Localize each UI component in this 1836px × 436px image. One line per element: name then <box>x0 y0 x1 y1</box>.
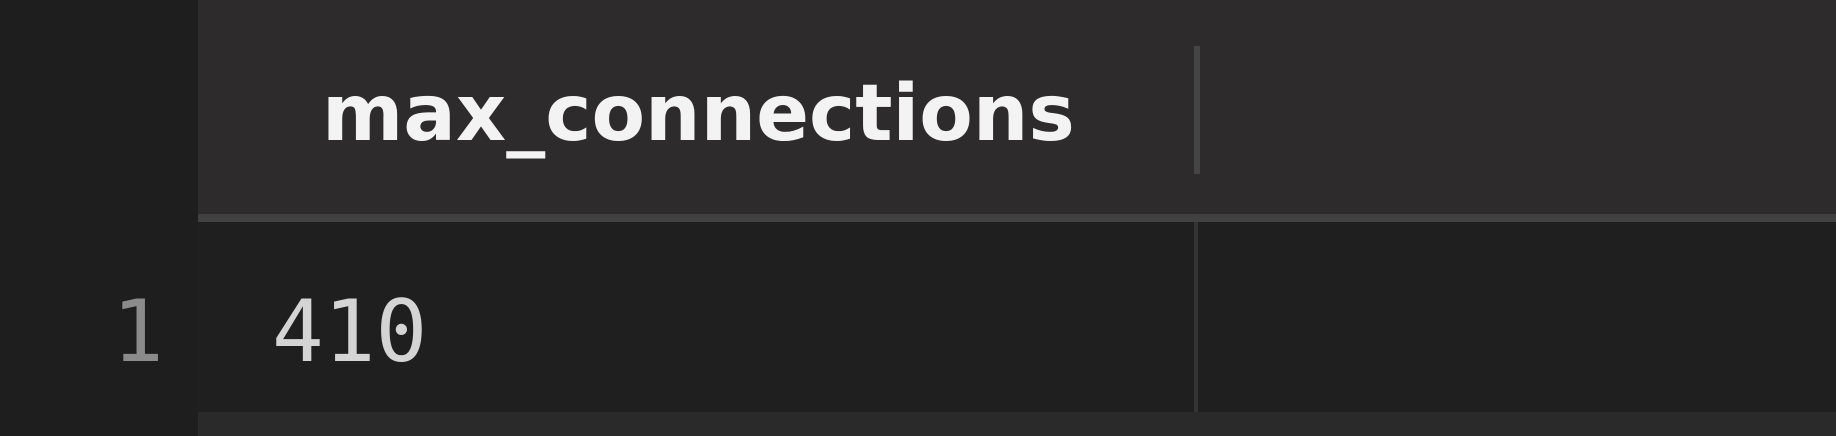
results-table: max_connections 410 <box>198 0 1836 436</box>
column-header-label: max_connections <box>322 69 1075 159</box>
next-row-edge <box>198 412 1836 436</box>
row-number: 1 <box>112 282 164 382</box>
column-resize-handle[interactable] <box>1194 46 1200 174</box>
table-row[interactable]: 410 <box>198 222 1836 412</box>
table-header-row: max_connections <box>198 0 1836 214</box>
column-divider <box>1194 222 1198 436</box>
header-divider <box>198 214 1836 222</box>
row-number-gutter <box>0 0 198 436</box>
table-cell[interactable]: 410 <box>272 280 427 384</box>
query-result-grid: 1 max_connections 410 <box>0 0 1836 436</box>
column-header-max-connections[interactable]: max_connections <box>198 0 1194 214</box>
